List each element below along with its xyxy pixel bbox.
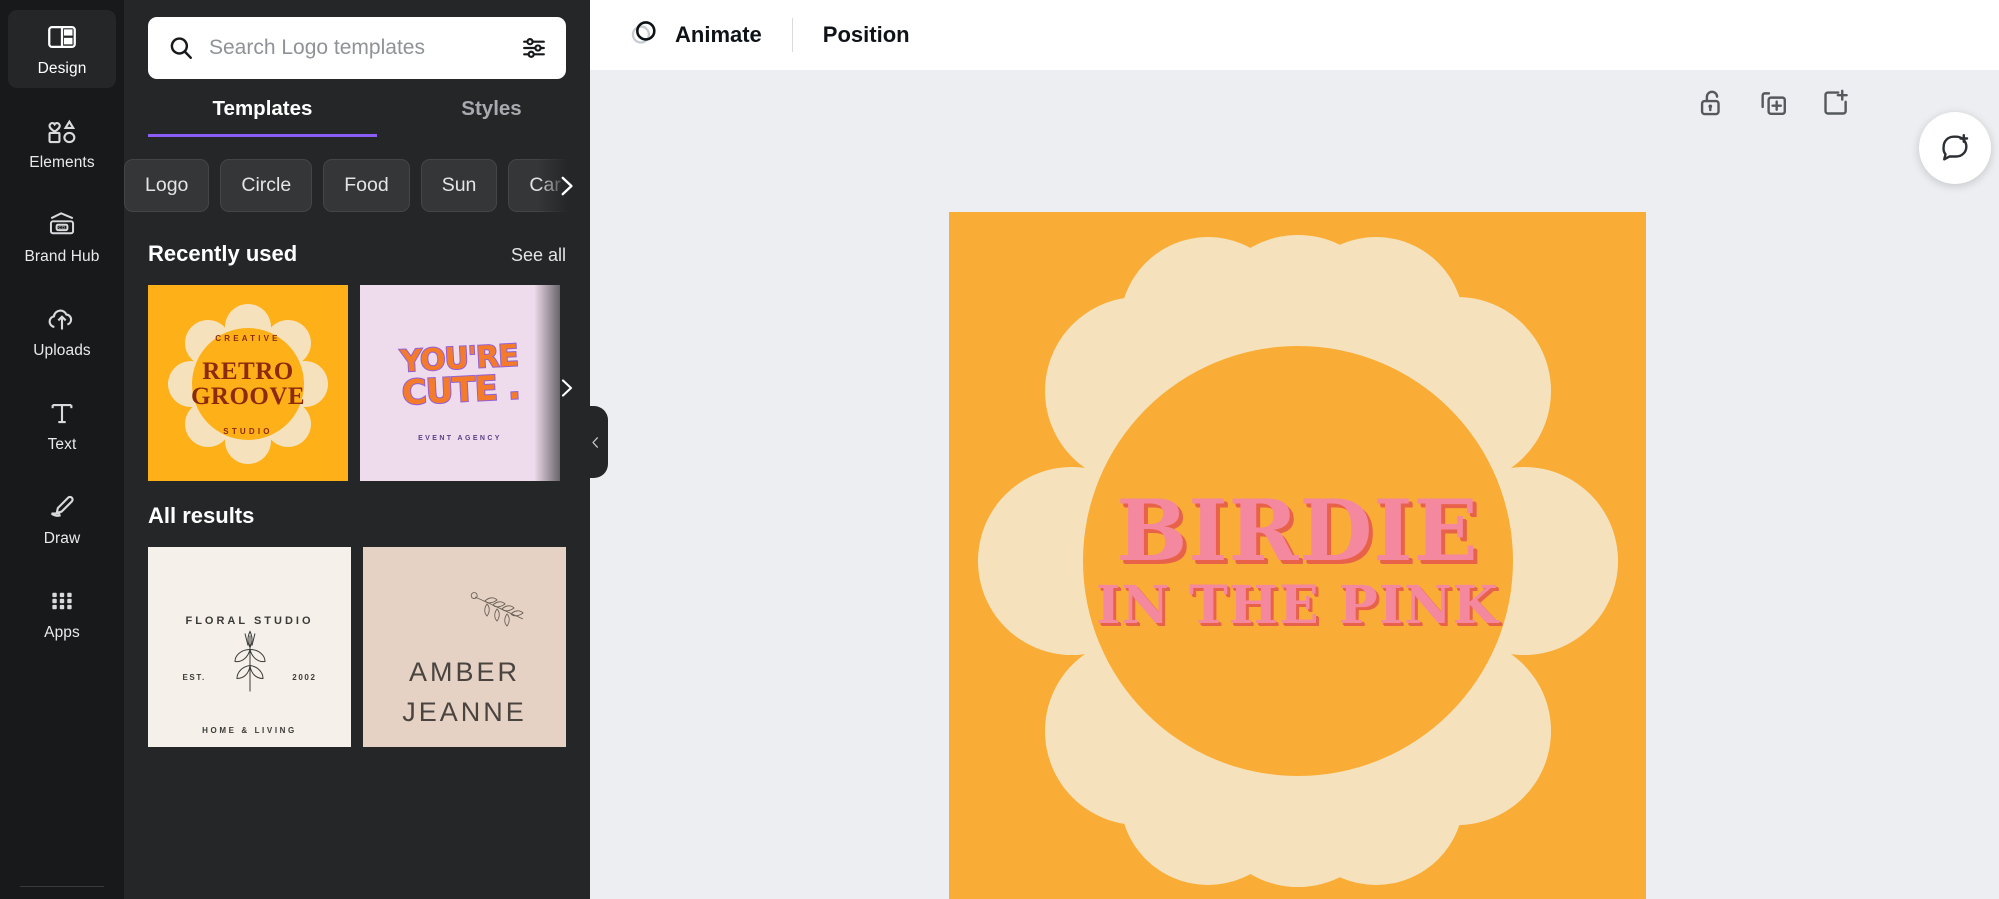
top-toolbar: Animate Position (590, 0, 1999, 70)
plant-illustration-icon (218, 620, 282, 699)
birdie-flower-graphic: BIRDIE IN THE PINK (978, 241, 1618, 881)
chip-logo[interactable]: Logo (124, 159, 209, 212)
see-all-link[interactable]: See all (511, 245, 566, 266)
floral-studio-artwork: FLORAL STUDIO EST. (148, 547, 351, 747)
cute-text-block: YOU'RE CUTE . (399, 338, 520, 413)
youre-cute-artwork: YOU'RE CUTE . EVENT AGENCY (360, 285, 560, 481)
retro-main-text: RETRO GROOVE (191, 359, 305, 409)
main-area: Animate Position (590, 0, 1999, 899)
template-card-youre-cute[interactable]: YOU'RE CUTE . EVENT AGENCY (360, 285, 560, 481)
all-results-title: All results (148, 503, 254, 529)
filter-chip-row: Logo Circle Food Sun Car Home (124, 137, 590, 219)
brand-hub-icon: CO. (45, 208, 79, 242)
design-icon (45, 20, 79, 54)
chip-food[interactable]: Food (323, 159, 409, 212)
template-card-floral-studio[interactable]: FLORAL STUDIO EST. (148, 547, 351, 747)
flower-graphic: CREATIVE RETRO GROOVE STUDIO (168, 304, 328, 464)
retro-arc-top: CREATIVE (215, 334, 280, 343)
template-card-amber-jeanne[interactable]: AMBER JEANNE (363, 547, 566, 747)
sidebar-item-elements[interactable]: Elements (8, 104, 116, 182)
sidebar-item-draw[interactable]: Draw (8, 480, 116, 558)
chip-circle[interactable]: Circle (220, 159, 312, 212)
sidebar-item-uploads[interactable]: Uploads (8, 292, 116, 370)
sprig-illustration-icon (469, 587, 561, 644)
search-area (124, 0, 590, 79)
sidebar-item-design[interactable]: Design (8, 10, 116, 88)
canva-editor: Design Elements CO. (0, 0, 1999, 899)
tab-templates[interactable]: Templates (148, 97, 377, 137)
position-label: Position (823, 22, 910, 48)
sidebar-item-brand-hub[interactable]: CO. Brand Hub (8, 198, 116, 276)
retro-line-2: GROOVE (191, 384, 305, 409)
panel-collapse-handle[interactable] (582, 406, 608, 478)
search-bar[interactable] (148, 17, 566, 79)
sidebar-label-design: Design (38, 60, 87, 78)
object-toolbar (1695, 86, 1853, 120)
filter-sliders-icon[interactable] (520, 34, 548, 62)
sidebar-label-apps: Apps (44, 624, 80, 642)
sidebar-label-elements: Elements (29, 154, 94, 172)
uploads-icon (45, 302, 79, 336)
panel-tabs: Templates Styles (124, 97, 590, 137)
recent-scroll-next-button[interactable] (550, 371, 582, 405)
tab-styles[interactable]: Styles (377, 97, 590, 137)
retro-groove-artwork: CREATIVE RETRO GROOVE STUDIO (148, 285, 348, 481)
text-icon (45, 396, 79, 430)
animate-button[interactable]: Animate (610, 11, 778, 59)
duplicate-icon[interactable] (1757, 86, 1791, 120)
amber-line-2: JEANNE (402, 697, 527, 728)
search-icon (167, 34, 195, 62)
floral-bottom-text: HOME & LIVING (202, 726, 297, 735)
search-input[interactable] (209, 36, 506, 60)
templates-panel: Templates Styles Logo Circle Food Sun Ca… (124, 0, 590, 899)
elements-icon (45, 114, 79, 148)
svg-text:CO.: CO. (58, 225, 66, 230)
cute-line-2: CUTE . (401, 367, 521, 413)
sidebar-label-text: Text (48, 436, 77, 454)
sidebar-item-apps[interactable]: Apps (8, 574, 116, 652)
birdie-line-2: IN THE PINK (1096, 580, 1499, 632)
retro-arc-bottom: STUDIO (223, 427, 272, 436)
comment-add-icon (1938, 129, 1972, 168)
retro-line-1: RETRO (191, 359, 305, 384)
all-results-header: All results (124, 481, 590, 529)
recently-used-row: CREATIVE RETRO GROOVE STUDIO YOU'RE (124, 267, 590, 481)
apps-icon (45, 584, 79, 618)
birdie-text-block: BIRDIE IN THE PINK (1096, 489, 1499, 631)
chevron-left-icon (588, 435, 603, 450)
template-card-retro-groove[interactable]: CREATIVE RETRO GROOVE STUDIO (148, 285, 348, 481)
floral-year-label: 2002 (292, 673, 316, 682)
birdie-line-1: BIRDIE (1096, 489, 1499, 571)
animate-circles-icon (626, 15, 662, 56)
left-rail: Design Elements CO. (0, 0, 124, 899)
lock-open-icon[interactable] (1695, 86, 1729, 120)
add-page-icon[interactable] (1819, 86, 1853, 120)
flower-petals: CREATIVE RETRO GROOVE STUDIO (168, 304, 328, 464)
canvas-area[interactable]: BIRDIE IN THE PINK (590, 70, 1999, 899)
position-button[interactable]: Position (807, 11, 926, 59)
sidebar-item-text[interactable]: Text (8, 386, 116, 464)
cute-subtitle: EVENT AGENCY (418, 435, 502, 442)
sidebar-label-uploads: Uploads (33, 342, 91, 360)
recently-used-title: Recently used (148, 241, 297, 267)
recently-used-header: Recently used See all (124, 219, 590, 267)
amber-line-1: AMBER (409, 657, 520, 688)
all-results-grid: FLORAL STUDIO EST. (124, 529, 590, 747)
draw-icon (45, 490, 79, 524)
rail-divider (20, 886, 104, 887)
floral-est-label: EST. (183, 673, 206, 682)
sidebar-label-brand-hub: Brand Hub (24, 248, 99, 266)
toolbar-divider (792, 18, 793, 52)
amber-jeanne-artwork: AMBER JEANNE (363, 547, 566, 747)
animate-label: Animate (675, 22, 762, 48)
chip-scroll-next-button[interactable] (548, 167, 584, 205)
sidebar-label-draw: Draw (44, 530, 81, 548)
chip-sun[interactable]: Sun (421, 159, 498, 212)
artboard[interactable]: BIRDIE IN THE PINK (949, 212, 1646, 899)
comment-button[interactable] (1919, 112, 1991, 184)
